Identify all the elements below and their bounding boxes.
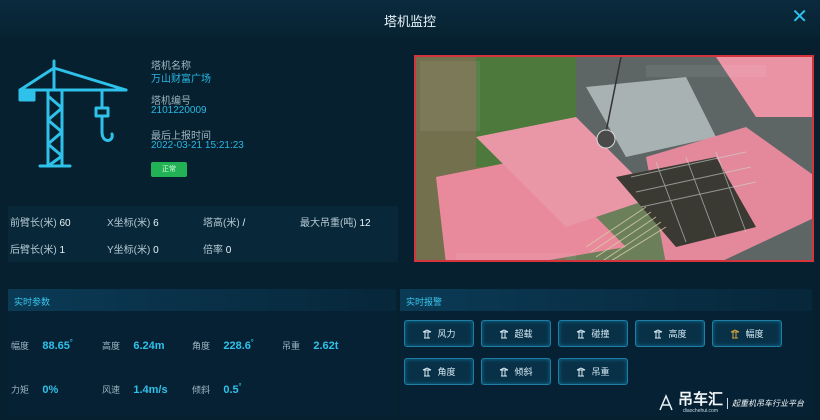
param-ratio: 倍率 0	[203, 245, 232, 256]
param-y-coord: Y坐标(米) 0	[107, 245, 159, 256]
realtime-alarms-header: 实时报警	[400, 289, 812, 311]
rt-load: 吊重 2.62t	[282, 340, 339, 352]
brand-name: 吊车汇	[677, 391, 723, 408]
tower-icon	[423, 366, 432, 376]
status-badge: 正常	[151, 162, 187, 177]
alarm-collision-button[interactable]: 碰撞	[558, 320, 628, 347]
tower-crane-icon	[18, 58, 130, 175]
param-x-coord: X坐标(米) 6	[107, 218, 159, 229]
tower-icon	[577, 366, 586, 376]
window-title: 塔机监控	[383, 14, 436, 29]
brand-site: diaochehui.com	[682, 408, 718, 414]
param-rear-arm: 后臂长(米) 1	[10, 245, 66, 256]
rt-tilt: 倾斜 0.5°	[192, 383, 242, 396]
tower-warning-icon	[731, 328, 740, 338]
param-tower-height: 塔高(米) /	[203, 218, 246, 229]
tower-icon	[577, 328, 586, 338]
tower-icon	[500, 366, 509, 376]
alarm-load-button[interactable]: 吊重	[558, 358, 628, 385]
rt-height: 高度 6.24m	[102, 340, 165, 352]
tower-icon	[500, 328, 509, 338]
alarm-angle-button[interactable]: 角度	[404, 358, 474, 385]
tower-icon	[423, 328, 432, 338]
brand-slogan: 起重机吊车行业平台	[727, 397, 804, 409]
realtime-params-header: 实时参数	[8, 289, 396, 311]
crane-logo-icon	[659, 394, 673, 411]
rt-angle: 角度 228.6°	[192, 339, 254, 352]
rt-wind-speed: 风速 1.4m/s	[102, 384, 168, 396]
realtime-params-panel	[8, 311, 396, 416]
alarm-tilt-button[interactable]: 倾斜	[481, 358, 551, 385]
alarm-wind-button[interactable]: 风力	[404, 320, 474, 347]
rt-amplitude: 幅度 88.65°	[11, 339, 73, 352]
brand-watermark: 吊车汇 diaochehui.com 起重机吊车行业平台	[658, 392, 804, 414]
alarm-amplitude-button[interactable]: 幅度	[712, 320, 782, 347]
alarm-height-button[interactable]: 高度	[635, 320, 705, 347]
last-report-value: 2022-03-21 15:21:23	[151, 140, 244, 151]
param-max-load: 最大吊重(吨) 12	[300, 218, 371, 229]
crane-name-value: 万山财富广场	[151, 74, 211, 85]
alarm-overload-button[interactable]: 超载	[481, 320, 551, 347]
close-icon[interactable]: ✕	[791, 6, 808, 28]
rt-moment: 力矩 0%	[11, 384, 59, 396]
crane-id-value: 2101220009	[151, 105, 207, 116]
camera-feed[interactable]	[414, 55, 814, 262]
param-front-arm: 前臂长(米) 60	[10, 218, 71, 229]
tower-icon	[654, 328, 663, 338]
